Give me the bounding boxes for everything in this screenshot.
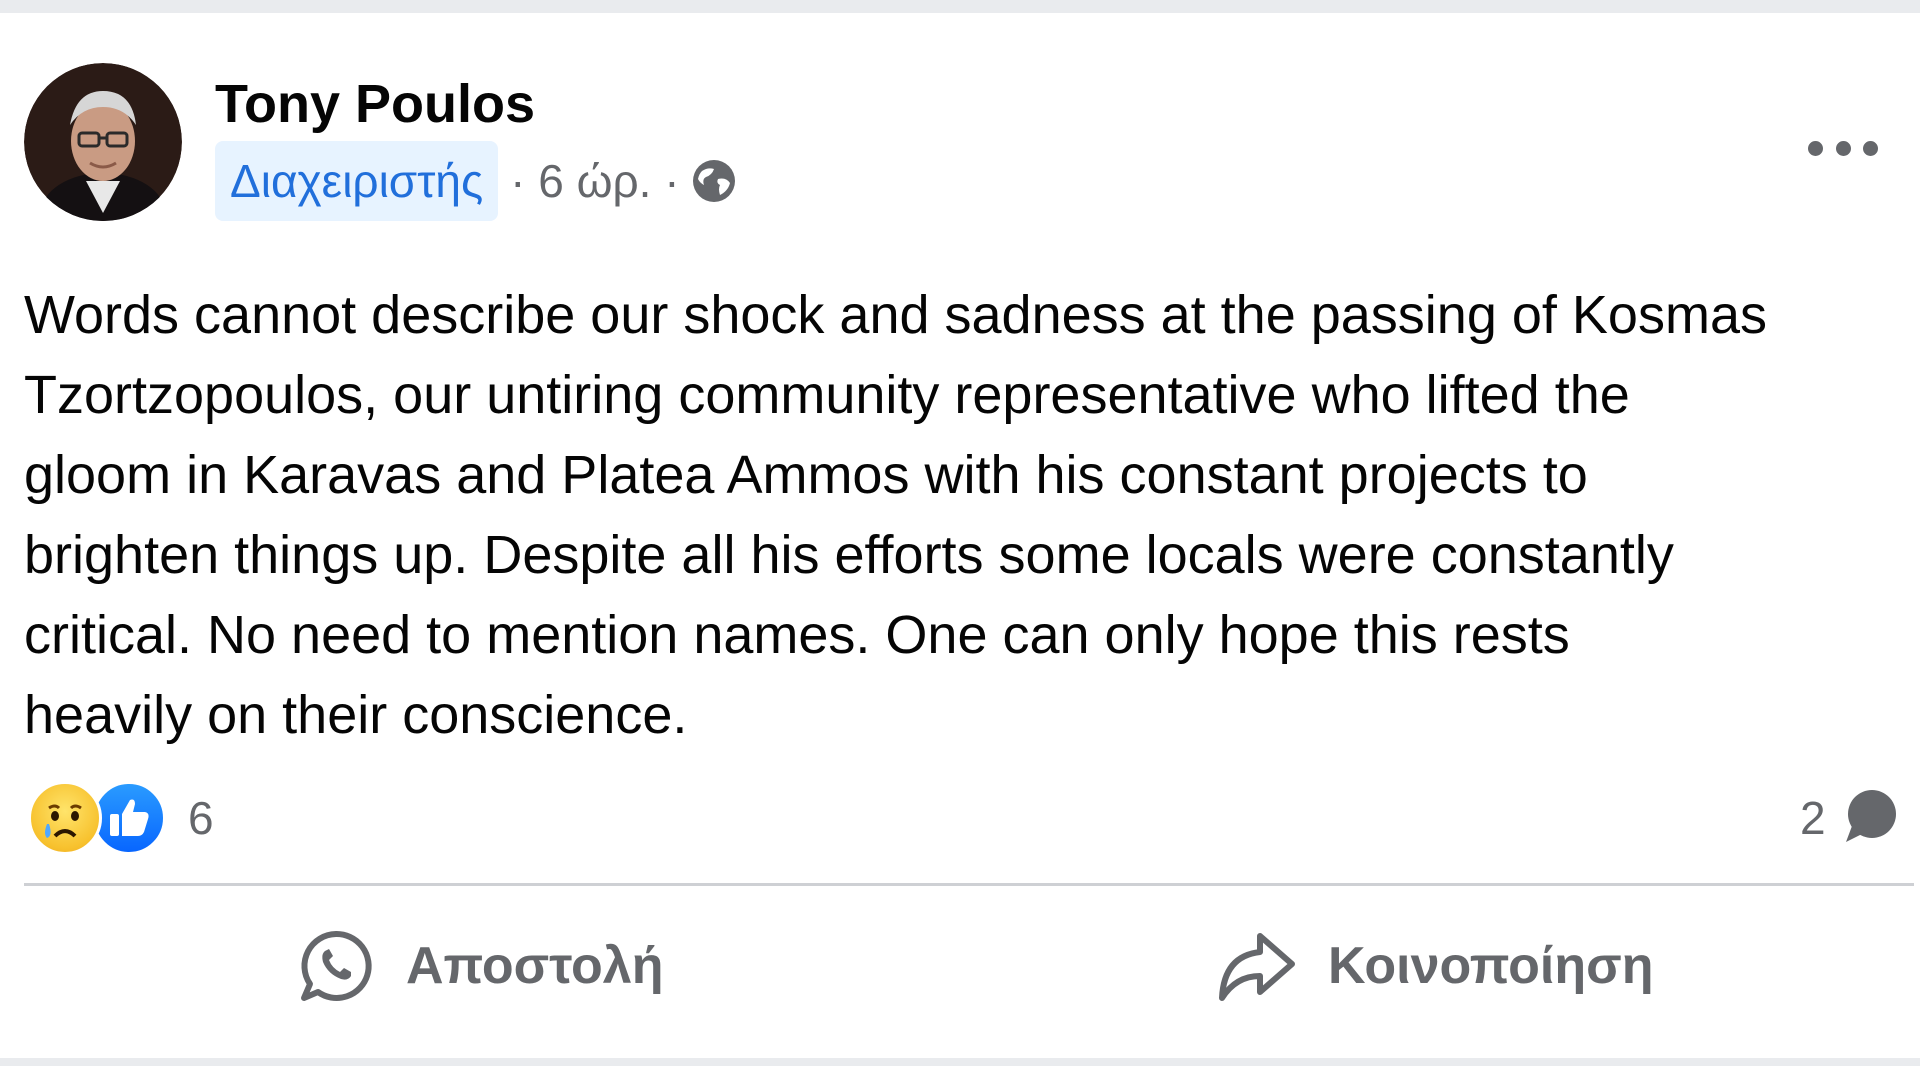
like-reaction-icon — [92, 781, 166, 855]
whatsapp-icon — [301, 930, 372, 1001]
share-label: Κοινοποίηση — [1328, 937, 1654, 995]
comment-icon — [1840, 786, 1900, 851]
reaction-count: 6 — [188, 792, 214, 844]
post-text-line: critical. No need to mention names. One … — [24, 605, 1570, 665]
post-time[interactable]: · 6 ώρ. · — [510, 154, 679, 208]
post-text-line: heavily on their conscience. — [24, 685, 688, 745]
post-text-line: Tzortzopoulos, our untiring community re… — [24, 365, 1630, 425]
send-label: Αποστολή — [406, 937, 664, 995]
share-button[interactable]: Κοινοποίηση — [1214, 921, 1653, 1011]
more-options-icon[interactable] — [1808, 133, 1878, 163]
comments-summary[interactable]: 2 — [1800, 781, 1900, 855]
post-text-line: brighten things up. Despite all his effo… — [24, 525, 1674, 585]
post-card: Tony Poulos Διαχειριστής · 6 ώρ. · Words… — [0, 13, 1920, 1058]
comment-count: 2 — [1800, 792, 1826, 844]
bottom-separator — [0, 1058, 1920, 1066]
post-text-line: Words cannot describe our shock and sadn… — [24, 285, 1767, 345]
divider — [24, 883, 1914, 886]
reactions-summary[interactable]: 6 — [28, 781, 214, 855]
sad-reaction-icon — [28, 781, 102, 855]
globe-icon — [690, 157, 738, 205]
post-text: Words cannot describe our shock and sadn… — [24, 275, 1904, 755]
share-arrow-icon — [1219, 933, 1295, 1001]
top-separator — [0, 0, 1920, 13]
avatar-image — [24, 63, 182, 221]
author-name[interactable]: Tony Poulos — [215, 73, 535, 135]
send-button[interactable]: Αποστολή — [296, 921, 663, 1011]
role-badge[interactable]: Διαχειριστής — [215, 141, 499, 221]
post-text-line: gloom in Karavas and Platea Ammos with h… — [24, 445, 1588, 505]
avatar[interactable] — [24, 63, 182, 221]
post-meta: Διαχειριστής · 6 ώρ. · — [215, 141, 738, 221]
